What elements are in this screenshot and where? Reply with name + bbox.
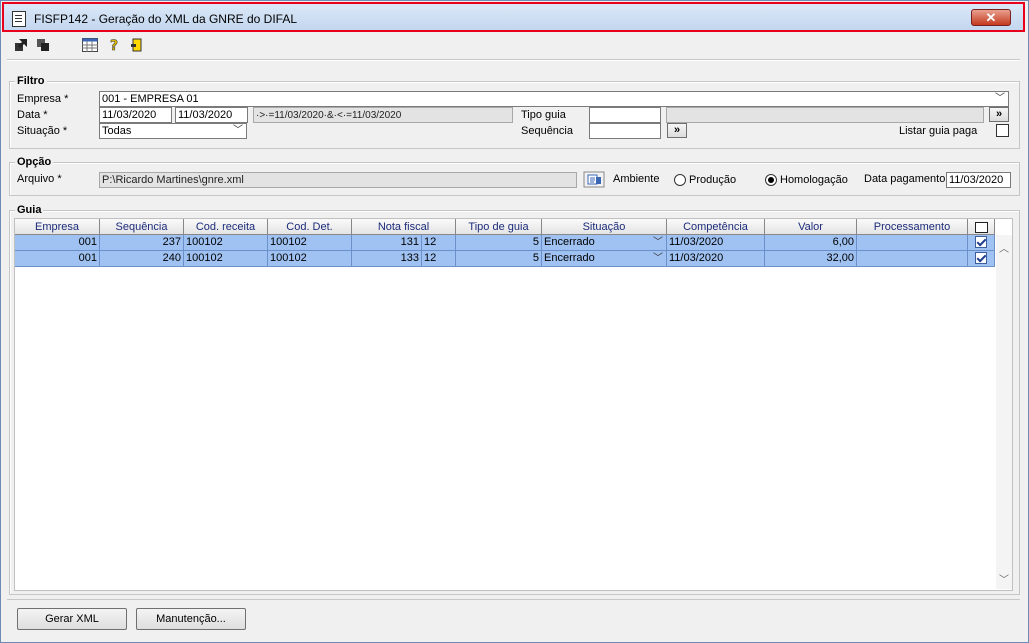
cell-valor: 6,00 xyxy=(765,235,857,251)
document-icon xyxy=(12,11,26,27)
data-label: Data * xyxy=(17,109,48,121)
column-header-cod-receita[interactable]: Cod. receita xyxy=(184,219,268,235)
cell-empresa: 001 xyxy=(15,235,100,251)
column-header-situacao[interactable]: Situação xyxy=(542,219,667,235)
data-pagamento-input[interactable]: 11/03/2020 xyxy=(946,172,1011,188)
ambiente-label: Ambiente xyxy=(613,173,660,185)
svg-text:?: ? xyxy=(110,38,118,52)
cell-select xyxy=(968,251,995,267)
empresa-label: Empresa * xyxy=(17,93,69,105)
filtro-label: Filtro xyxy=(15,75,47,87)
sequencia-lookup-button[interactable]: » xyxy=(667,123,687,138)
cell-tipo-guia: 5 xyxy=(456,251,542,267)
data-from-input[interactable]: 11/03/2020 xyxy=(99,107,172,123)
toolbar-separator xyxy=(7,59,1020,61)
cell-cod-receita: 100102 xyxy=(184,235,268,251)
chevron-down-icon: ﹀ xyxy=(653,237,663,248)
situacao-select[interactable]: Todas ﹀ xyxy=(99,123,247,139)
data-pagamento-label: Data pagamento xyxy=(864,173,946,185)
scroll-up-icon[interactable]: ︿ xyxy=(999,240,1009,255)
homologacao-label: Homologação xyxy=(780,174,848,186)
column-header-select-all[interactable] xyxy=(968,219,995,235)
arquivo-label: Arquivo * xyxy=(17,173,62,185)
gerar-xml-button[interactable]: Gerar XML xyxy=(17,608,127,630)
cell-select xyxy=(968,235,995,251)
chevron-down-icon: ﹀ xyxy=(653,253,663,264)
column-header-sequencia[interactable]: Sequência xyxy=(100,219,184,235)
data-expression-field: ·>·=11/03/2020·&·<·=11/03/2020 xyxy=(253,107,513,123)
data-to-input[interactable]: 11/03/2020 xyxy=(175,107,248,123)
tipo-guia-label: Tipo guia xyxy=(521,109,566,121)
select-all-checkbox[interactable] xyxy=(974,221,988,233)
exit-icon[interactable] xyxy=(129,38,145,52)
column-header-processamento[interactable]: Processamento xyxy=(857,219,968,235)
cell-cod-receita: 100102 xyxy=(184,251,268,267)
scroll-down-icon[interactable]: ﹀ xyxy=(999,571,1009,586)
cell-competencia: 11/03/2020 xyxy=(667,235,765,251)
table-row[interactable]: 001 240 100102 100102 133 12 5 Encerrado… xyxy=(15,251,995,267)
table-row[interactable]: 001 237 100102 100102 131 12 5 Encerrado… xyxy=(15,235,995,251)
cell-competencia: 11/03/2020 xyxy=(667,251,765,267)
listar-guia-paga-label: Listar guia paga xyxy=(899,125,978,137)
window-title: FISFP142 - Geração do XML da GNRE do DIF… xyxy=(34,12,298,26)
export-icon[interactable] xyxy=(13,38,29,52)
sequencia-input[interactable] xyxy=(589,123,661,139)
cell-empresa: 001 xyxy=(15,251,100,267)
situacao-value: Encerrado xyxy=(544,236,595,248)
column-header-tipo-guia[interactable]: Tipo de guia xyxy=(456,219,542,235)
chevron-down-icon: ﹀ xyxy=(995,93,1005,104)
main-window: FISFP142 - Geração do XML da GNRE do DIF… xyxy=(0,0,1029,643)
column-header-empresa[interactable]: Empresa xyxy=(15,219,100,235)
cell-valor: 32,00 xyxy=(765,251,857,267)
cell-sequencia: 240 xyxy=(100,251,184,267)
cell-serie: 12 xyxy=(422,235,456,251)
empresa-value: 001 - EMPRESA 01 xyxy=(102,93,199,105)
situacao-value: Encerrado xyxy=(544,252,595,264)
tipo-guia-lookup-button[interactable]: » xyxy=(989,107,1009,122)
toolbar: ? xyxy=(2,34,1027,56)
cell-situacao-select[interactable]: Encerrado ﹀ xyxy=(542,251,667,267)
guia-grid: Empresa Sequência Cod. receita Cod. Det.… xyxy=(14,218,1013,591)
tipo-guia-description xyxy=(666,107,984,123)
cell-tipo-guia: 5 xyxy=(456,235,542,251)
situacao-label: Situação * xyxy=(17,125,68,137)
cell-nota-fiscal: 131 xyxy=(352,235,422,251)
sequencia-label: Sequência xyxy=(521,125,573,137)
homologacao-radio[interactable] xyxy=(765,174,777,186)
column-header-cod-det[interactable]: Cod. Det. xyxy=(268,219,352,235)
footer-separator xyxy=(7,599,1020,600)
opcao-label: Opção xyxy=(15,156,54,168)
cell-processamento xyxy=(857,235,968,251)
guia-label: Guia xyxy=(15,204,44,216)
column-header-competencia[interactable]: Competência xyxy=(667,219,765,235)
chevron-down-icon: ﹀ xyxy=(233,125,243,136)
empresa-select[interactable]: 001 - EMPRESA 01 ﹀ xyxy=(99,91,1009,107)
tipo-guia-input[interactable] xyxy=(589,107,661,123)
cell-nota-fiscal: 133 xyxy=(352,251,422,267)
cell-cod-det: 100102 xyxy=(268,235,352,251)
row-checkbox[interactable] xyxy=(975,252,987,264)
listar-guia-paga-checkbox[interactable] xyxy=(996,124,1009,137)
arquivo-field[interactable]: P:\Ricardo Martines\gnre.xml xyxy=(99,172,577,188)
column-header-valor[interactable]: Valor xyxy=(765,219,857,235)
close-button[interactable]: ✕ xyxy=(971,9,1011,26)
cell-situacao-select[interactable]: Encerrado ﹀ xyxy=(542,235,667,251)
import-icon[interactable] xyxy=(35,38,51,52)
situacao-value: Todas xyxy=(102,125,132,137)
row-checkbox[interactable] xyxy=(975,236,987,248)
producao-radio[interactable] xyxy=(674,174,686,186)
producao-label: Produção xyxy=(689,174,737,186)
help-icon[interactable]: ? xyxy=(106,38,122,55)
cell-serie: 12 xyxy=(422,251,456,267)
calendar-grid-icon[interactable] xyxy=(82,38,98,52)
browse-file-icon[interactable] xyxy=(583,171,605,188)
cell-sequencia: 237 xyxy=(100,235,184,251)
cell-cod-det: 100102 xyxy=(268,251,352,267)
manutencao-button[interactable]: Manutenção... xyxy=(136,608,246,630)
vertical-scrollbar[interactable]: ︿ ﹀ xyxy=(996,235,1012,589)
cell-processamento xyxy=(857,251,968,267)
title-bar: FISFP142 - Geração do XML da GNRE do DIF… xyxy=(2,2,1025,32)
column-header-nota-fiscal[interactable]: Nota fiscal xyxy=(352,219,456,235)
